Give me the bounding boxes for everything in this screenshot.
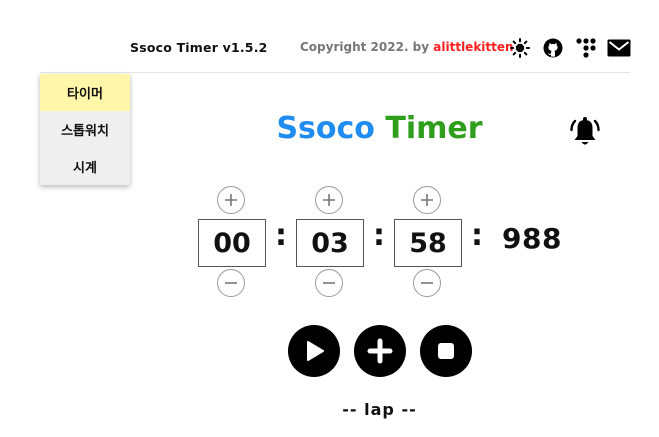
author-link[interactable]: alittlekitten <box>433 40 513 54</box>
mail-icon[interactable] <box>607 37 631 59</box>
time-separator: : <box>275 218 287 253</box>
hours-field[interactable]: 00 <box>198 219 266 267</box>
copyright-prefix: Copyright 2022. by <box>300 40 434 54</box>
time-separator: : <box>373 218 385 253</box>
menu-item-timer[interactable]: 타이머 <box>40 74 130 111</box>
add-lap-button[interactable] <box>354 325 406 377</box>
header-divider <box>40 72 630 73</box>
sun-icon[interactable] <box>509 37 531 59</box>
play-button[interactable] <box>288 325 340 377</box>
hours-increment-button[interactable] <box>217 186 245 214</box>
title-timer: Timer <box>385 111 483 146</box>
copyright-text: Copyright 2022. by alittlekitten <box>300 40 514 54</box>
app-grid-icon[interactable] <box>575 37 597 59</box>
minutes-decrement-button[interactable] <box>315 269 343 297</box>
bell-ringing-icon[interactable] <box>569 115 601 149</box>
header: Ssoco Timer v1.5.2 Copyright 2022. by al… <box>0 0 659 74</box>
page-title: Ssoco Timer <box>0 111 659 146</box>
menu-item-clock[interactable]: 시계 <box>40 148 130 185</box>
stop-icon <box>438 343 454 359</box>
milliseconds-display: 988 <box>502 222 562 255</box>
hours-decrement-button[interactable] <box>217 269 245 297</box>
title-ssoco: Ssoco <box>276 111 375 146</box>
github-icon[interactable] <box>542 37 564 59</box>
seconds-increment-button[interactable] <box>413 186 441 214</box>
play-icon <box>307 341 324 361</box>
time-separator: : <box>471 218 483 253</box>
lap-label: -- lap -- <box>342 400 417 419</box>
minutes-increment-button[interactable] <box>315 186 343 214</box>
seconds-field[interactable]: 58 <box>394 219 462 267</box>
stop-button[interactable] <box>420 325 472 377</box>
seconds-decrement-button[interactable] <box>413 269 441 297</box>
minutes-field[interactable]: 03 <box>296 219 364 267</box>
add-icon <box>367 338 393 364</box>
app-title: Ssoco Timer v1.5.2 <box>130 40 268 55</box>
